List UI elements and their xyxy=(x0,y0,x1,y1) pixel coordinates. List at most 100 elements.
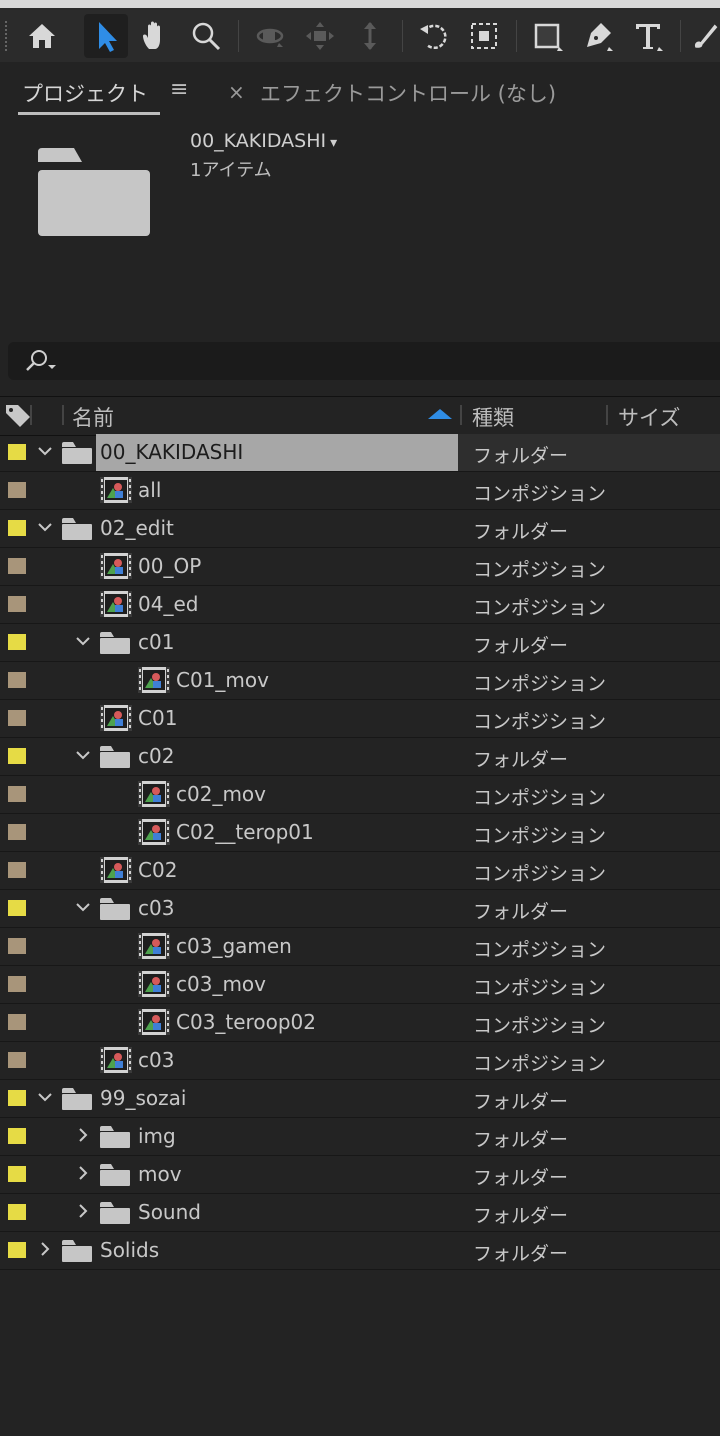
type-tool-icon[interactable] xyxy=(626,14,670,58)
item-name: c03 xyxy=(138,896,175,920)
tab-project[interactable]: プロジェクト xyxy=(22,78,148,108)
label-color-chip[interactable] xyxy=(8,824,26,840)
item-type: コンポジション xyxy=(473,977,607,999)
label-color-chip[interactable] xyxy=(8,1242,26,1258)
composition-row[interactable]: C03_teroop02 コンポジション xyxy=(0,1004,720,1042)
composition-row[interactable]: c03 コンポジション xyxy=(0,1042,720,1080)
chevron-down-icon[interactable] xyxy=(74,632,92,650)
close-tab-icon[interactable]: × xyxy=(228,80,245,104)
search-icon[interactable] xyxy=(22,348,66,374)
composition-row[interactable]: 04_ed コンポジション xyxy=(0,586,720,624)
chevron-down-icon[interactable]: ▾ xyxy=(330,135,337,151)
label-color-chip[interactable] xyxy=(8,482,26,498)
composition-row[interactable]: C02 コンポジション xyxy=(0,852,720,890)
composition-row[interactable]: C01 コンポジション xyxy=(0,700,720,738)
item-type: フォルダー xyxy=(473,445,569,467)
label-color-chip[interactable] xyxy=(8,786,26,802)
tab-effect-controls[interactable]: エフェクトコントロール (なし) xyxy=(260,78,556,108)
label-color-chip[interactable] xyxy=(8,900,26,916)
sort-ascending-icon[interactable] xyxy=(428,409,452,419)
composition-row[interactable]: all コンポジション xyxy=(0,472,720,510)
folder-row[interactable]: c03 フォルダー xyxy=(0,890,720,928)
column-header: 名前 種類 サイズ xyxy=(0,396,720,436)
label-color-chip[interactable] xyxy=(8,596,26,612)
composition-icon xyxy=(100,553,132,579)
folder-icon xyxy=(100,746,130,768)
folder-row[interactable]: 99_sozai フォルダー xyxy=(0,1080,720,1118)
rotate-tool-icon[interactable] xyxy=(412,14,456,58)
zoom-tool-icon[interactable] xyxy=(184,14,228,58)
label-color-chip[interactable] xyxy=(8,444,26,460)
pan-behind-icon[interactable] xyxy=(462,14,506,58)
pan-camera-icon[interactable] xyxy=(298,14,342,58)
chevron-right-icon[interactable] xyxy=(36,1240,54,1258)
label-color-chip[interactable] xyxy=(8,710,26,726)
chevron-down-icon[interactable] xyxy=(36,1088,54,1106)
selected-item-name[interactable]: 00_KAKIDASHI ▾ xyxy=(190,130,337,152)
selection-tool-icon[interactable] xyxy=(84,14,128,58)
label-color-chip[interactable] xyxy=(8,1014,26,1030)
item-type: コンポジション xyxy=(473,939,607,961)
item-type: コンポジション xyxy=(473,825,607,847)
folder-row[interactable]: img フォルダー xyxy=(0,1118,720,1156)
label-color-chip[interactable] xyxy=(8,1090,26,1106)
composition-row[interactable]: c02_mov コンポジション xyxy=(0,776,720,814)
pen-tool-icon[interactable] xyxy=(576,14,620,58)
label-color-chip[interactable] xyxy=(8,1204,26,1220)
brush-tool-icon[interactable] xyxy=(690,14,720,58)
dolly-camera-icon[interactable] xyxy=(348,14,392,58)
item-name: img xyxy=(138,1124,176,1148)
column-header-size[interactable]: サイズ xyxy=(618,402,680,432)
folder-row[interactable]: Sound フォルダー xyxy=(0,1194,720,1232)
label-color-chip[interactable] xyxy=(8,520,26,536)
label-color-chip[interactable] xyxy=(8,1128,26,1144)
column-divider[interactable] xyxy=(62,405,64,425)
item-name: mov xyxy=(138,1162,182,1186)
toolbar-grip[interactable] xyxy=(4,20,8,52)
label-color-chip[interactable] xyxy=(8,634,26,650)
composition-row[interactable]: c03_gamen コンポジション xyxy=(0,928,720,966)
hand-tool-icon[interactable] xyxy=(134,14,178,58)
label-color-chip[interactable] xyxy=(8,862,26,878)
search-input[interactable] xyxy=(8,342,720,380)
label-color-chip[interactable] xyxy=(8,938,26,954)
chevron-down-icon[interactable] xyxy=(74,898,92,916)
composition-row[interactable]: C01_mov コンポジション xyxy=(0,662,720,700)
item-type: フォルダー xyxy=(473,749,569,771)
chevron-down-icon[interactable] xyxy=(36,442,54,460)
label-color-chip[interactable] xyxy=(8,748,26,764)
composition-row[interactable]: C02__terop01 コンポジション xyxy=(0,814,720,852)
item-name: c02 xyxy=(138,744,175,768)
folder-preview-icon xyxy=(38,148,150,236)
rectangle-tool-icon[interactable] xyxy=(526,14,570,58)
folder-row[interactable]: Solids フォルダー xyxy=(0,1232,720,1270)
item-type: コンポジション xyxy=(473,673,607,695)
folder-row[interactable]: c01 フォルダー xyxy=(0,624,720,662)
orbit-camera-icon[interactable] xyxy=(248,14,292,58)
toolbar-separator xyxy=(516,20,517,52)
label-color-chip[interactable] xyxy=(8,558,26,574)
column-header-name[interactable]: 名前 xyxy=(72,402,114,432)
panel-menu-icon[interactable]: ≡ xyxy=(170,79,188,101)
column-divider[interactable] xyxy=(460,405,462,425)
composition-row[interactable]: 00_OP コンポジション xyxy=(0,548,720,586)
label-color-chip[interactable] xyxy=(8,1052,26,1068)
folder-row[interactable]: 02_edit フォルダー xyxy=(0,510,720,548)
column-header-type[interactable]: 種類 xyxy=(472,402,514,432)
label-color-chip[interactable] xyxy=(8,1166,26,1182)
label-tag-icon[interactable] xyxy=(4,403,32,427)
chevron-down-icon[interactable] xyxy=(74,746,92,764)
home-icon[interactable] xyxy=(20,14,64,58)
chevron-right-icon[interactable] xyxy=(74,1202,92,1220)
folder-row[interactable]: c02 フォルダー xyxy=(0,738,720,776)
folder-row[interactable]: mov フォルダー xyxy=(0,1156,720,1194)
column-divider[interactable] xyxy=(30,405,32,425)
chevron-down-icon[interactable] xyxy=(36,518,54,536)
chevron-right-icon[interactable] xyxy=(74,1126,92,1144)
column-divider[interactable] xyxy=(606,405,608,425)
label-color-chip[interactable] xyxy=(8,976,26,992)
label-color-chip[interactable] xyxy=(8,672,26,688)
folder-row[interactable]: 00_KAKIDASHI フォルダー xyxy=(0,434,720,472)
chevron-right-icon[interactable] xyxy=(74,1164,92,1182)
composition-row[interactable]: c03_mov コンポジション xyxy=(0,966,720,1004)
